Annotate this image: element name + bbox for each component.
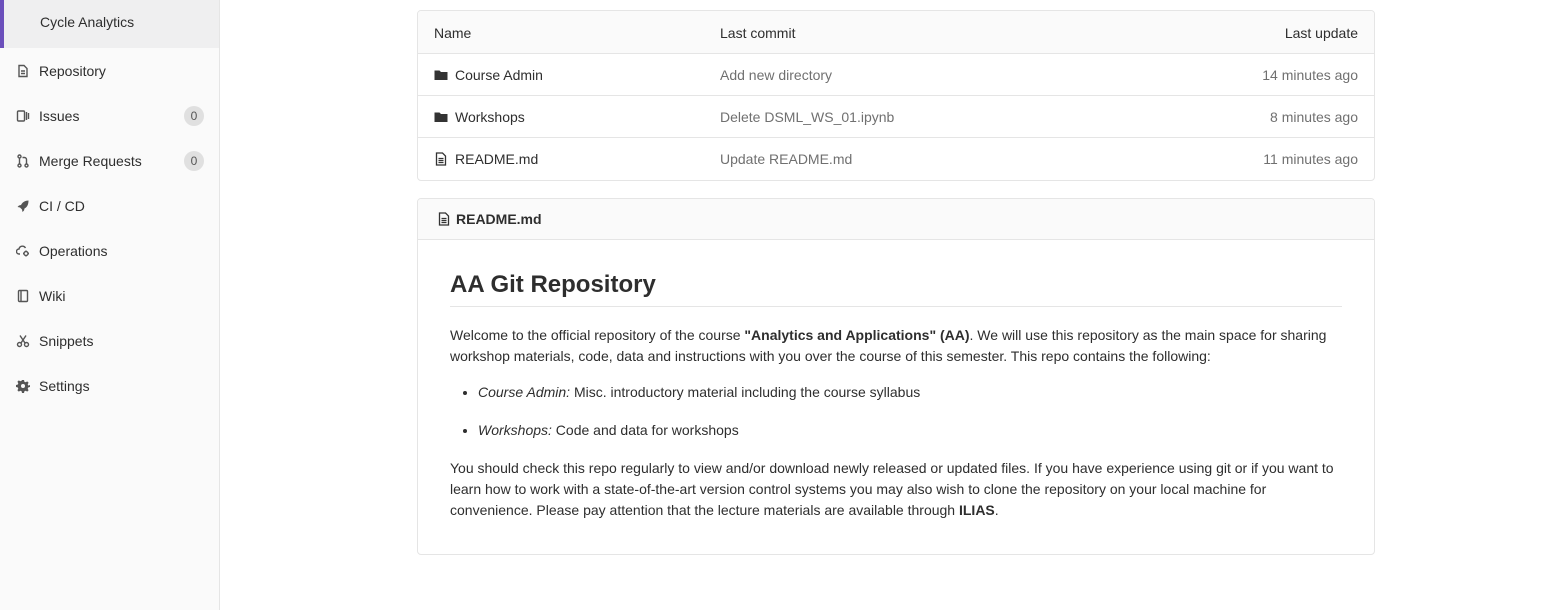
outro-text: You should check this repo regularly to … bbox=[450, 460, 1334, 518]
list-term: Course Admin: bbox=[478, 384, 571, 400]
sidebar-item-label: Snippets bbox=[39, 332, 94, 349]
merge-request-icon bbox=[16, 153, 30, 168]
table-row[interactable]: Course Admin Add new directory 14 minute… bbox=[418, 54, 1374, 96]
sidebar-subitem-cycle-analytics[interactable]: Cycle Analytics bbox=[0, 0, 219, 48]
commit-message-link[interactable]: Update README.md bbox=[720, 151, 852, 167]
sidebar-item-label: CI / CD bbox=[39, 197, 85, 214]
file-icon bbox=[437, 212, 451, 226]
book-icon bbox=[16, 289, 30, 303]
rocket-icon bbox=[16, 199, 30, 213]
folder-icon bbox=[434, 110, 448, 124]
readme-filename-link[interactable]: README.md bbox=[456, 211, 542, 227]
sidebar-subitem-label: Cycle Analytics bbox=[40, 14, 135, 30]
sidebar-item-label: Settings bbox=[39, 377, 90, 394]
sidebar-item-wiki[interactable]: Wiki bbox=[0, 273, 219, 318]
folder-icon bbox=[434, 68, 448, 82]
sidebar-item-ci-cd[interactable]: CI / CD bbox=[0, 183, 219, 228]
file-name-link[interactable]: Course Admin bbox=[434, 67, 543, 83]
commit-message-link[interactable]: Delete DSML_WS_01.ipynb bbox=[720, 109, 894, 125]
list-desc: Misc. introductory material including th… bbox=[570, 384, 921, 400]
sidebar-item-settings[interactable]: Settings bbox=[0, 363, 219, 408]
file-name: README.md bbox=[455, 151, 539, 167]
sidebar-item-snippets[interactable]: Snippets bbox=[0, 318, 219, 363]
commit-message-link[interactable]: Add new directory bbox=[720, 67, 832, 83]
sidebar-item-merge-requests[interactable]: Merge Requests 0 bbox=[0, 138, 219, 183]
sidebar-item-label: Issues bbox=[39, 107, 80, 124]
sidebar-item-label: Repository bbox=[39, 62, 106, 79]
ilias-name: ILIAS bbox=[958, 502, 995, 518]
readme-outro-paragraph: You should check this repo regularly to … bbox=[450, 458, 1342, 521]
file-name: Workshops bbox=[455, 109, 525, 125]
sidebar-item-repository[interactable]: Repository bbox=[0, 48, 219, 93]
issues-icon bbox=[16, 109, 30, 123]
last-update-time: 14 minutes ago bbox=[1262, 67, 1358, 83]
sidebar: Cycle Analytics Repository Issues 0 Merg… bbox=[0, 0, 220, 610]
readme-list: Course Admin: Misc. introductory materia… bbox=[478, 382, 1342, 441]
sidebar-item-issues[interactable]: Issues 0 bbox=[0, 93, 219, 138]
file-name-link[interactable]: README.md bbox=[434, 151, 538, 167]
outro-text: . bbox=[994, 502, 999, 518]
file-name-link[interactable]: Workshops bbox=[434, 109, 525, 125]
course-name: "Analytics and Applications" (AA) bbox=[744, 327, 970, 343]
file-tree-table: Name Last commit Last update Course Admi… bbox=[417, 10, 1375, 181]
sidebar-item-operations[interactable]: Operations bbox=[0, 228, 219, 273]
last-update-time: 11 minutes ago bbox=[1263, 151, 1358, 167]
scissors-icon bbox=[16, 334, 30, 348]
sidebar-item-label: Wiki bbox=[39, 287, 66, 304]
file-name: Course Admin bbox=[455, 67, 543, 83]
sidebar-item-label: Merge Requests bbox=[39, 152, 142, 169]
readme-content: AA Git Repository Welcome to the officia… bbox=[418, 240, 1374, 521]
readme-panel: README.md AA Git Repository Welcome to t… bbox=[417, 198, 1375, 555]
gear-icon bbox=[16, 379, 30, 393]
table-row[interactable]: README.md Update README.md 11 minutes ag… bbox=[418, 138, 1374, 180]
column-header-last-commit: Last commit bbox=[720, 25, 796, 41]
list-desc: Code and data for workshops bbox=[551, 422, 739, 438]
table-row[interactable]: Workshops Delete DSML_WS_01.ipynb 8 minu… bbox=[418, 96, 1374, 138]
issues-count-badge: 0 bbox=[184, 106, 204, 126]
merge-requests-count-badge: 0 bbox=[184, 151, 204, 171]
list-item: Course Admin: Misc. introductory materia… bbox=[478, 382, 1342, 403]
intro-text: Welcome to the official repository of th… bbox=[450, 327, 745, 343]
readme-header: README.md bbox=[418, 199, 1374, 240]
cloud-gear-icon bbox=[16, 244, 30, 258]
file-icon bbox=[434, 152, 448, 166]
last-update-time: 8 minutes ago bbox=[1270, 109, 1358, 125]
file-table-header: Name Last commit Last update bbox=[418, 11, 1374, 54]
document-icon bbox=[16, 64, 30, 78]
column-header-name: Name bbox=[434, 25, 472, 41]
readme-intro-paragraph: Welcome to the official repository of th… bbox=[450, 325, 1342, 367]
list-term: Workshops: bbox=[478, 422, 552, 438]
sidebar-item-label: Operations bbox=[39, 242, 108, 259]
column-header-last-update: Last update bbox=[1284, 25, 1358, 41]
readme-heading: AA Git Repository bbox=[450, 271, 1342, 307]
list-item: Workshops: Code and data for workshops bbox=[478, 420, 1342, 441]
